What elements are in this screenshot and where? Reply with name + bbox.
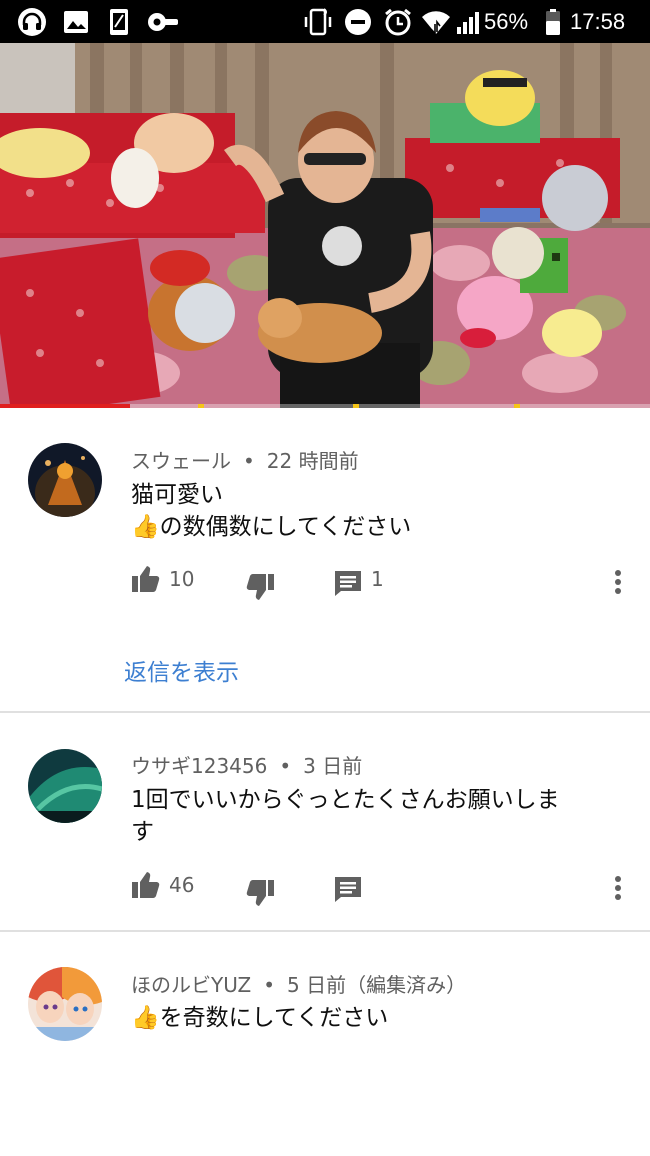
like-icon[interactable]: [131, 564, 161, 594]
comment-time: 3 日前: [303, 754, 363, 778]
phone-icon: [108, 7, 130, 37]
comment-actions: 10 1: [131, 564, 631, 600]
do-not-disturb-icon: [343, 7, 373, 37]
comment-actions: 46: [131, 870, 631, 906]
comment-item: スウェール • 22 時間前 猫可愛い 👍の数偶数にしてください 10 1 返信を表…: [0, 408, 650, 711]
reply-count: 1: [371, 567, 384, 591]
headphones-icon: [16, 7, 48, 37]
comment-text: 猫可愛い 👍の数偶数にしてください: [131, 479, 611, 543]
clock: 17:58: [570, 9, 626, 34]
comment-text: 1回でいいからぐっとたくさんお願いしま す: [131, 784, 611, 848]
status-bar: 56% 17:58: [0, 0, 650, 43]
wifi-icon: [420, 7, 452, 37]
reply-icon[interactable]: [333, 874, 363, 904]
comment-author[interactable]: ほのルビYUZ: [131, 973, 251, 997]
image-icon: [62, 7, 90, 37]
battery-percentage: 56%: [484, 9, 529, 34]
comment-meta: スウェール • 22 時間前: [131, 449, 359, 473]
comment-author[interactable]: スウェール: [131, 449, 231, 473]
like-count: 46: [169, 873, 195, 897]
comment-time: 5 日前（編集済み）: [287, 973, 467, 997]
comment-line: 👍の数偶数にしてください: [131, 514, 412, 540]
signal-icon: [455, 7, 481, 37]
key-icon: [147, 7, 179, 37]
show-replies-link[interactable]: 返信を表示: [124, 653, 239, 687]
comment-time: 22 時間前: [266, 449, 359, 473]
comment-meta: ウサギ123456 • 3 日前: [131, 754, 363, 778]
avatar[interactable]: [28, 967, 102, 1041]
avatar[interactable]: [28, 749, 102, 823]
comment-item: ほのルビYUZ • 5 日前（編集済み） 👍を奇数にしてください: [0, 932, 650, 1156]
comment-author[interactable]: ウサギ123456: [131, 754, 267, 778]
video-frame: [0, 43, 650, 408]
alarm-icon: [383, 7, 413, 37]
dislike-icon[interactable]: [245, 878, 275, 908]
comment-line: 👍を奇数にしてください: [131, 1005, 389, 1031]
comment-meta: ほのルビYUZ • 5 日前（編集済み）: [131, 973, 467, 997]
battery-icon: [545, 7, 561, 37]
vibrate-icon: [303, 7, 333, 37]
more-options-icon[interactable]: [614, 875, 622, 903]
more-options-icon[interactable]: [614, 569, 622, 597]
comment-line: 1回でいいからぐっとたくさんお願いしま: [131, 787, 560, 813]
comment-line: 猫可愛い: [131, 482, 223, 508]
comment-line: す: [131, 819, 154, 845]
comment-item: ウサギ123456 • 3 日前 1回でいいからぐっとたくさんお願いしま す 46: [0, 713, 650, 930]
dislike-icon[interactable]: [245, 572, 275, 602]
comment-text: 👍を奇数にしてください: [131, 1002, 611, 1034]
like-count: 10: [169, 567, 195, 591]
video-player[interactable]: [0, 43, 650, 408]
avatar[interactable]: [28, 443, 102, 517]
like-icon[interactable]: [131, 870, 161, 900]
reply-icon[interactable]: [333, 568, 363, 598]
